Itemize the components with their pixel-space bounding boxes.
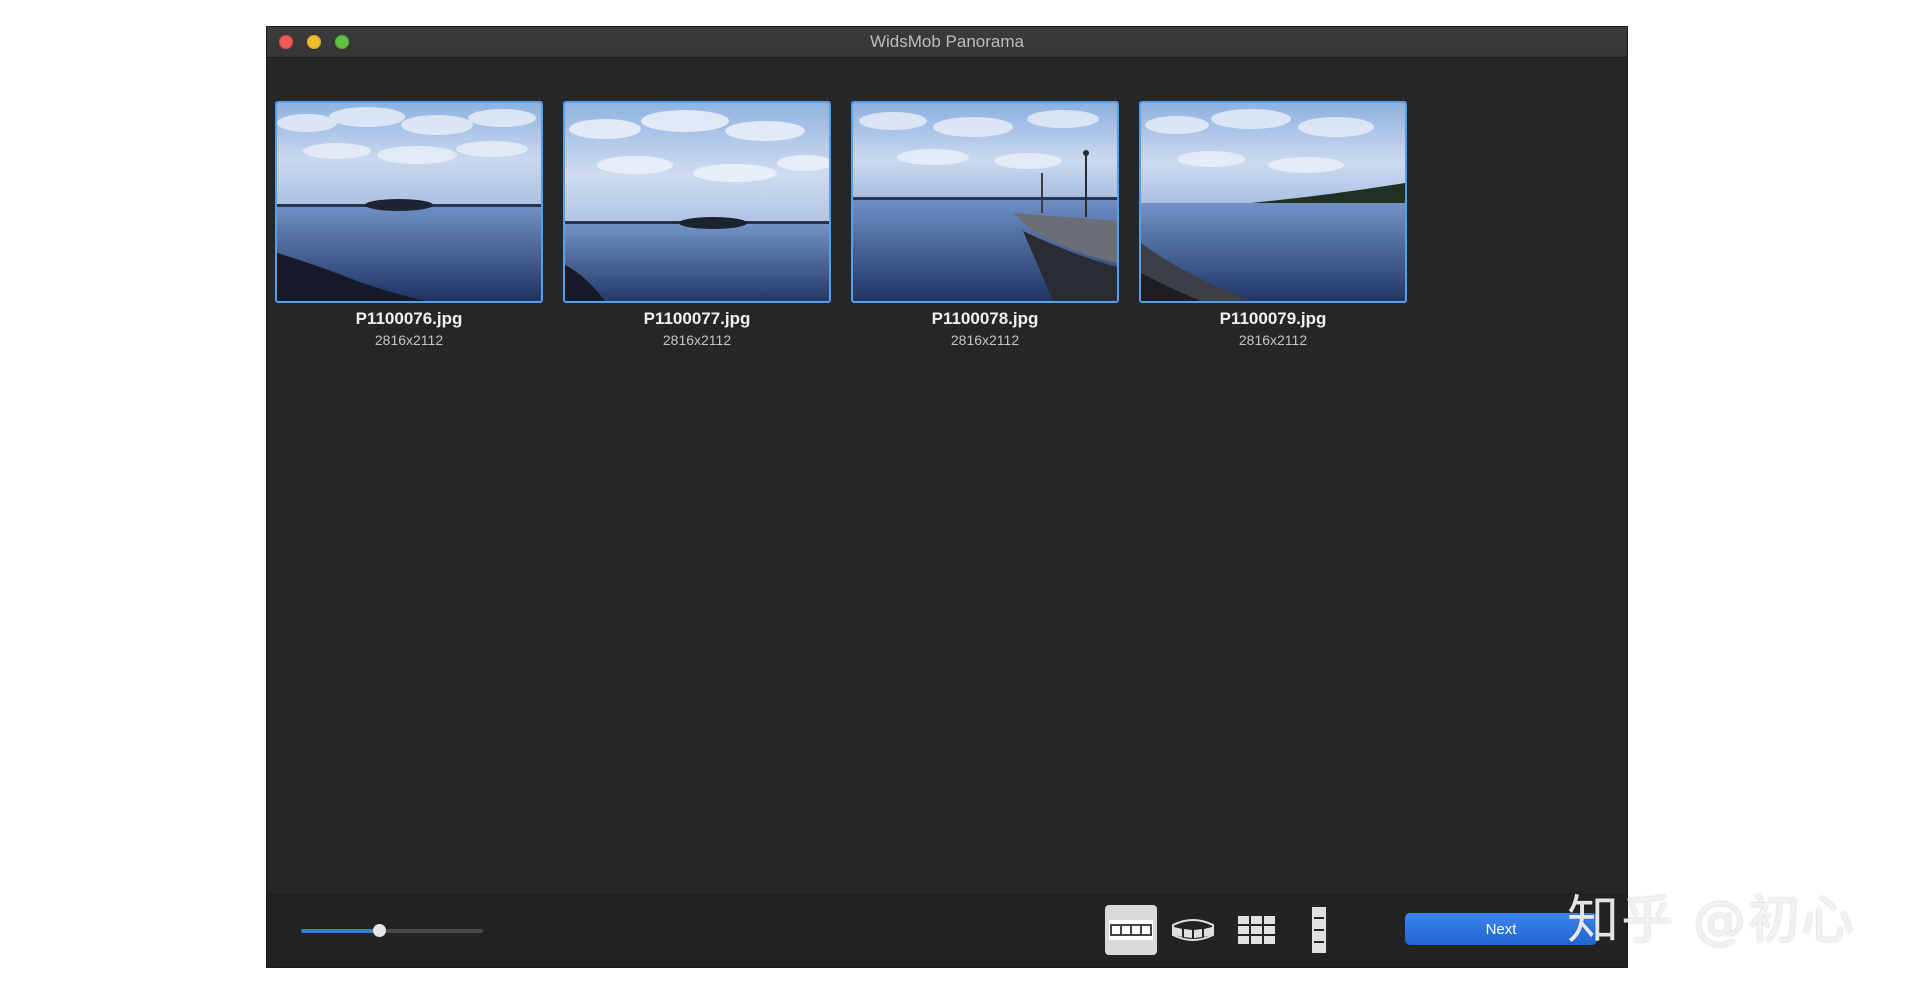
image-thumbnail[interactable] <box>275 101 543 303</box>
image-filename: P1100079.jpg <box>1219 309 1327 328</box>
image-thumbnail[interactable] <box>1139 101 1407 303</box>
horizontal-panorama-icon <box>1109 920 1153 940</box>
image-filename: P1100076.jpg <box>355 309 463 328</box>
zoom-slider-thumb[interactable] <box>373 924 387 937</box>
horizontal-mode-button[interactable] <box>1105 905 1157 955</box>
zoom-slider-fill <box>301 929 380 933</box>
image-thumbnail[interactable] <box>851 101 1119 303</box>
app-window: WidsMob Panorama P1100076.jpg 2816x2112 … <box>267 27 1627 967</box>
360-panorama-icon <box>1172 919 1214 941</box>
image-dimensions: 2816x2112 <box>1238 332 1308 348</box>
zoom-slider[interactable] <box>301 924 483 937</box>
image-filename: P1100078.jpg <box>931 309 1039 328</box>
bottom-toolbar: Next <box>267 894 1627 967</box>
image-tile[interactable]: P1100076.jpg 2816x2112 <box>275 101 543 348</box>
tile-mode-button[interactable] <box>1231 905 1283 955</box>
window-title: WidsMob Panorama <box>869 32 1024 51</box>
image-grid: P1100076.jpg 2816x2112 P1100077.jpg 2816… <box>275 101 1407 348</box>
title-bar: WidsMob Panorama <box>267 27 1627 58</box>
image-tile[interactable]: P1100078.jpg 2816x2112 <box>851 101 1119 348</box>
image-dimensions: 2816x2112 <box>374 332 444 348</box>
tile-grid-icon <box>1238 916 1275 944</box>
image-filename: P1100077.jpg <box>643 309 751 328</box>
360-mode-button[interactable] <box>1167 905 1219 955</box>
watermark-text: 知乎 @初心 <box>1567 891 1856 951</box>
image-tile[interactable]: P1100077.jpg 2816x2112 <box>563 101 831 348</box>
image-dimensions: 2816x2112 <box>662 332 732 348</box>
image-thumbnail[interactable] <box>563 101 831 303</box>
vertical-mode-button[interactable] <box>1293 905 1345 955</box>
image-dimensions: 2816x2112 <box>950 332 1020 348</box>
image-tile[interactable]: P1100079.jpg 2816x2112 <box>1139 101 1407 348</box>
vertical-panorama-icon <box>1312 907 1326 953</box>
